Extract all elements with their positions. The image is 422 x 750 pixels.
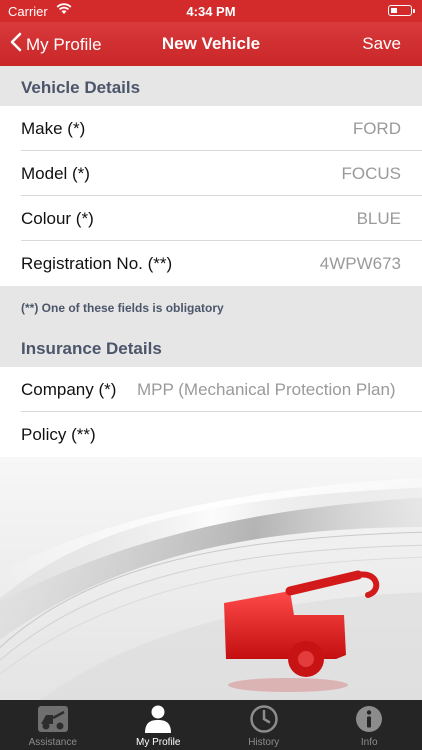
person-icon bbox=[142, 704, 174, 734]
company-label: Company (*) bbox=[21, 380, 117, 399]
clock-icon bbox=[248, 704, 280, 734]
tow-truck-logo-icon bbox=[224, 570, 380, 692]
tab-assistance[interactable]: Assistance bbox=[0, 700, 106, 750]
tow-truck-icon bbox=[37, 704, 69, 734]
model-row[interactable]: Model (*) FOCUS bbox=[0, 151, 422, 196]
vehicle-details-header: Vehicle Details bbox=[0, 66, 422, 106]
company-value: MPP (Mechanical Protection Plan) bbox=[137, 380, 396, 399]
make-row[interactable]: Make (*) FORD bbox=[0, 106, 422, 151]
status-bar: Carrier 4:34 PM bbox=[0, 0, 422, 22]
colour-label: Colour (*) bbox=[21, 209, 94, 228]
company-row[interactable]: Company (*) MPP (Mechanical Protection P… bbox=[0, 367, 422, 412]
make-value: FORD bbox=[352, 119, 401, 138]
tab-history[interactable]: History bbox=[211, 700, 317, 750]
tab-info-label: Info bbox=[360, 737, 378, 748]
tab-my-profile-label: My Profile bbox=[136, 737, 181, 748]
registration-row[interactable]: Registration No. (**) 4WPW673 bbox=[0, 241, 422, 286]
tab-info[interactable]: Info bbox=[317, 700, 422, 750]
info-icon bbox=[353, 704, 385, 734]
obligatory-note: (**) One of these fields is obligatory bbox=[0, 286, 422, 334]
tab-history-label: History bbox=[248, 737, 280, 748]
status-time: 4:34 PM bbox=[186, 4, 236, 19]
make-label: Make (*) bbox=[21, 119, 86, 138]
model-label: Model (*) bbox=[21, 164, 90, 183]
navigation-bar: My Profile New Vehicle Save bbox=[0, 22, 422, 66]
background-graphic bbox=[0, 457, 422, 700]
battery-icon bbox=[388, 5, 415, 16]
tab-my-profile[interactable]: My Profile bbox=[106, 700, 212, 750]
tab-bar: Assistance My Profile History Info bbox=[0, 700, 422, 750]
policy-row[interactable]: Policy (**) bbox=[0, 412, 422, 457]
colour-row[interactable]: Colour (*) BLUE bbox=[0, 196, 422, 241]
registration-value: 4WPW673 bbox=[319, 254, 401, 273]
colour-value: BLUE bbox=[356, 209, 401, 228]
page-title: New Vehicle bbox=[161, 34, 261, 53]
save-button[interactable]: Save bbox=[362, 34, 401, 54]
insurance-details-header: Insurance Details bbox=[0, 334, 422, 367]
registration-label: Registration No. (**) bbox=[21, 254, 173, 273]
tab-assistance-label: Assistance bbox=[28, 737, 77, 748]
policy-label: Policy (**) bbox=[21, 425, 96, 444]
model-value: FOCUS bbox=[341, 164, 402, 183]
